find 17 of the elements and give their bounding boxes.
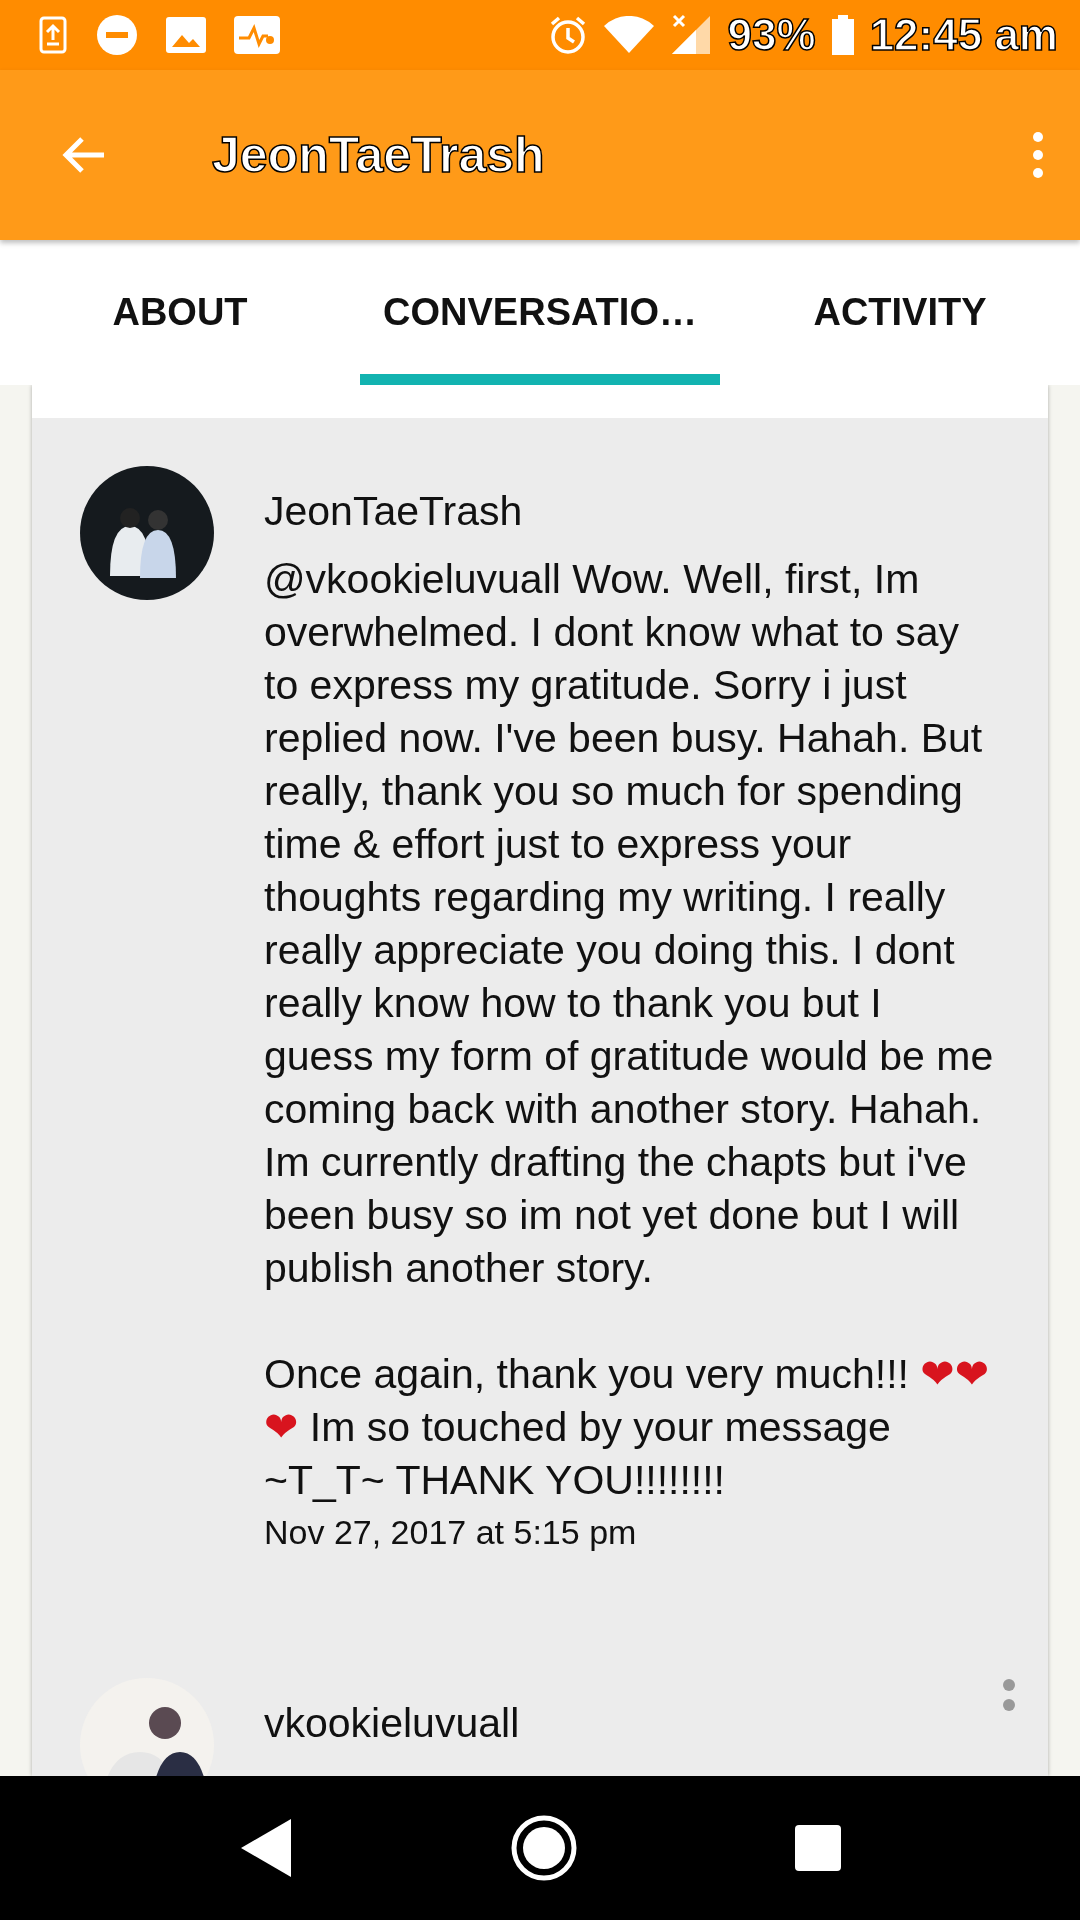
minus-circle-icon	[96, 14, 138, 56]
battery-percentage: 93%	[727, 10, 816, 60]
image-icon	[166, 17, 206, 53]
comment-timestamp: Nov 27, 2017 at 5:15 pm	[264, 1513, 638, 1552]
comment-text: Once again, thank you very much!!! ❤❤❤ Im so touched by your message ~T_T~ THANK YOU!!!!!!!!	[264, 1349, 991, 1505]
comment-author: JeonTaeTrash	[264, 488, 524, 535]
wifi-icon	[603, 16, 654, 54]
phone-upload-icon	[38, 16, 68, 54]
avatar-icon	[80, 466, 214, 600]
app-title: JeonTaeTrash	[212, 126, 546, 184]
tab[interactable]: ABOUT	[0, 240, 360, 385]
tab[interactable]: ACTIVITY	[720, 240, 1080, 385]
pulse-icon	[234, 16, 280, 54]
comment-author: vkookieluvuall	[264, 1700, 521, 1747]
battery-icon	[831, 15, 854, 55]
comment-text: @vkookieluvuall Wow. Well, first, Im overwhelmed. I dont know what to say to express my gratitude. Sorry i just replied now. I've been busy. Hahah. But really, thank you so much for spending time & effort just to express your thoughts regarding my writing. I really really appreciate you doing this. I dont really know how to thank you but I guess my form of gratitude would be me coming back with another story. Hahah. Im currently drafting the chapts but i've been busy so im not yet done but I will publish another story.	[264, 555, 995, 1293]
clock: 12:45 am	[869, 10, 1058, 60]
